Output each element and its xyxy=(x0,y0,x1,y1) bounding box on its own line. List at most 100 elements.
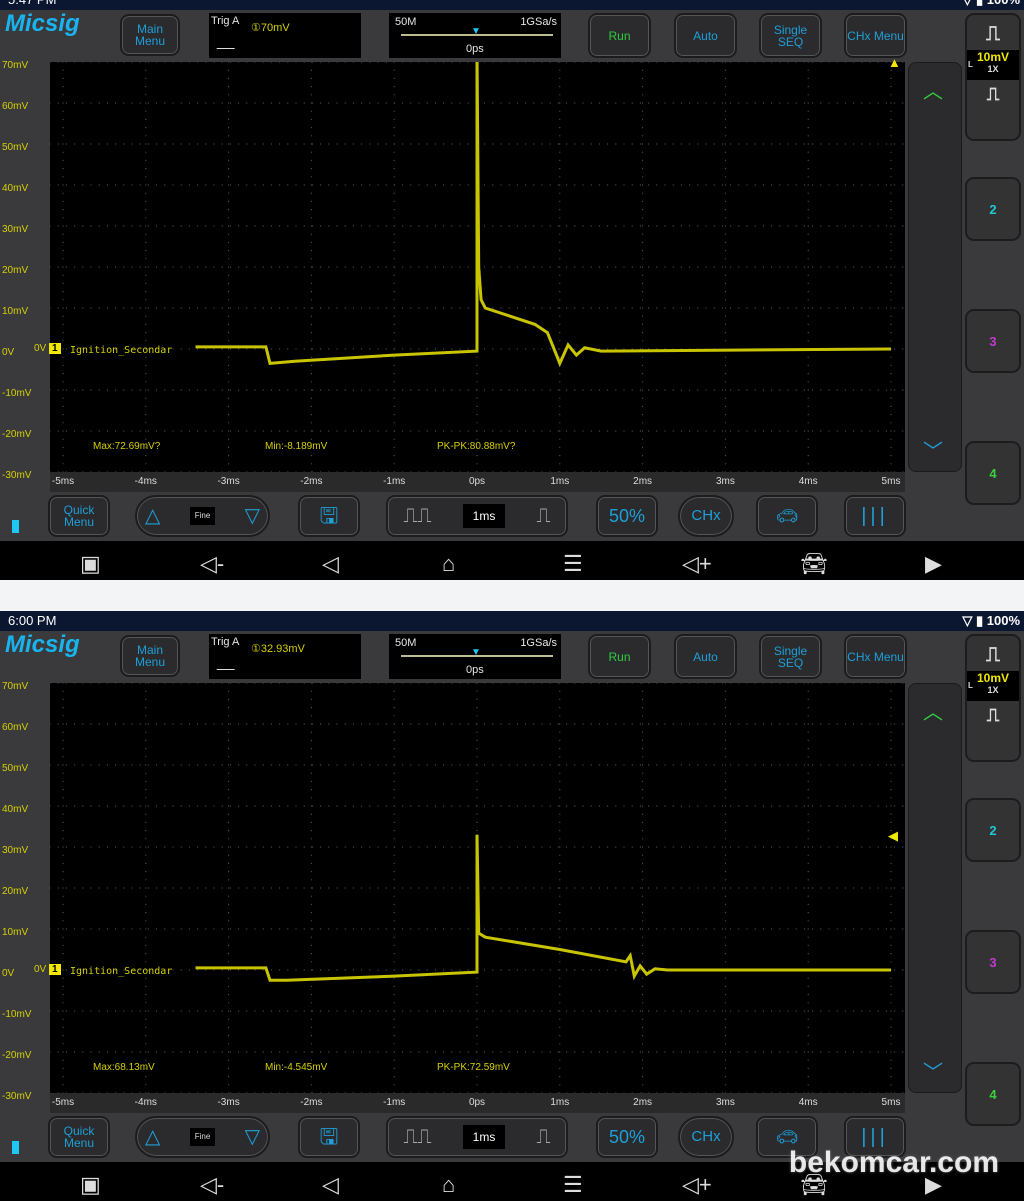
grid-dot xyxy=(49,307,51,309)
waveform-display[interactable] xyxy=(49,53,920,473)
grid-dot xyxy=(62,1026,64,1028)
grid-dot xyxy=(62,364,64,366)
grid-dot xyxy=(639,887,642,889)
grid-dot xyxy=(615,682,617,684)
screen-record-icon[interactable]: ▶ xyxy=(925,551,942,577)
timebase-info[interactable]: 50M 1GSa/s ▼ 0ps xyxy=(389,634,561,679)
back-icon[interactable]: ◁ xyxy=(322,551,339,577)
fifty-percent-button[interactable]: 50% xyxy=(596,495,658,537)
volume-up-icon[interactable]: ◁+ xyxy=(682,1172,712,1198)
trigger-info[interactable]: Trig A ①70mV xyxy=(209,13,361,58)
grid-dot xyxy=(246,846,248,848)
save-button[interactable]: 🖫 xyxy=(298,1116,360,1158)
quick-menu-button[interactable]: Quick Menu xyxy=(48,1116,110,1158)
timebase-decrease-icon[interactable]: ⎍⎍ xyxy=(404,506,432,526)
fine-adjust-control[interactable]: △ Fine ▽ xyxy=(135,495,270,537)
grid-dot xyxy=(270,1051,272,1053)
grid-dot xyxy=(631,805,633,807)
scroll-up-icon[interactable]: ︿ xyxy=(923,75,943,104)
trigger-level-marker[interactable]: ▲ xyxy=(888,55,901,70)
grid-dot xyxy=(145,1010,147,1012)
trigger-level-marker[interactable]: ◀ xyxy=(888,828,898,844)
grid-dot xyxy=(807,871,809,873)
single-seq-button[interactable]: Single SEQ xyxy=(759,634,822,679)
screenshot-icon[interactable]: ▣ xyxy=(80,551,101,577)
scroll-down-icon[interactable]: ﹀ xyxy=(923,435,943,464)
run-button[interactable]: Run xyxy=(588,634,651,679)
grid-dot xyxy=(145,315,147,317)
channel-4-button[interactable]: 4 xyxy=(965,1062,1021,1126)
grid-dot xyxy=(310,1035,312,1037)
channel-1-marker[interactable]: 0V 1 xyxy=(34,343,61,354)
main-menu-button[interactable]: Main Menu xyxy=(120,635,180,677)
vertical-scroll-panel[interactable]: ︿ ﹀ xyxy=(908,62,962,472)
menu-icon[interactable]: ☰ xyxy=(563,1172,583,1198)
channel-1-button[interactable]: ⎍ 10mV L 1X ⎍ xyxy=(965,634,1021,762)
increase-icon[interactable]: △ xyxy=(145,506,160,526)
grid-dot xyxy=(147,846,149,848)
channel-3-button[interactable]: 3 xyxy=(965,930,1021,994)
increase-icon[interactable]: △ xyxy=(145,1127,160,1147)
vertical-scroll-panel[interactable]: ︿ ﹀ xyxy=(908,683,962,1093)
grid-dot xyxy=(62,854,64,856)
grid-dot xyxy=(754,887,756,889)
grid-dot xyxy=(228,698,230,700)
run-button[interactable]: Run xyxy=(588,13,651,58)
channel-4-button[interactable]: 4 xyxy=(965,441,1021,505)
scroll-down-icon[interactable]: ﹀ xyxy=(923,1056,943,1085)
auto-button[interactable]: Auto xyxy=(674,634,737,679)
decrease-icon[interactable]: ▽ xyxy=(245,506,260,526)
menu-icon[interactable]: ☰ xyxy=(563,551,583,577)
grid-dot xyxy=(90,1051,92,1053)
waveform-display[interactable] xyxy=(49,682,920,1094)
grid-dot xyxy=(476,994,478,996)
channel-2-button[interactable]: 2 xyxy=(965,177,1021,241)
volume-down-icon[interactable]: ◁- xyxy=(200,1172,224,1198)
channel-1-button[interactable]: ⎍ 10mV L 1X ⎍ xyxy=(965,13,1021,141)
fine-adjust-control[interactable]: △ Fine ▽ xyxy=(135,1116,270,1158)
volume-down-icon[interactable]: ◁- xyxy=(200,551,224,577)
back-icon[interactable]: ◁ xyxy=(322,1172,339,1198)
grid-dot xyxy=(385,1051,387,1053)
channel-1-marker[interactable]: 0V 1 xyxy=(34,964,61,975)
grid-dot xyxy=(598,1010,601,1012)
cursor-button[interactable]: ||| xyxy=(844,495,906,537)
main-menu-button[interactable]: Main Menu xyxy=(120,14,180,56)
auto-button[interactable]: Auto xyxy=(674,13,737,58)
timebase-info[interactable]: 50M 1GSa/s ▼ 0ps xyxy=(389,13,561,58)
grid-dot xyxy=(559,830,561,832)
home-icon[interactable]: ⌂ xyxy=(442,551,455,577)
single-seq-button[interactable]: Single SEQ xyxy=(759,13,822,58)
timebase-increase-icon[interactable]: ⎍ xyxy=(536,1127,550,1147)
decrease-icon[interactable]: ▽ xyxy=(245,1127,260,1147)
timebase-decrease-icon[interactable]: ⎍⎍ xyxy=(404,1127,432,1147)
grid-dot xyxy=(310,994,312,996)
car-diagnostic-icon[interactable]: 🚘︎ xyxy=(800,551,828,577)
timebase-control[interactable]: ⎍⎍ 1ms ⎍ xyxy=(386,1116,568,1158)
chx-menu-button[interactable]: CHx Menu xyxy=(844,634,907,679)
scroll-up-icon[interactable]: ︿ xyxy=(923,696,943,725)
channel-2-button[interactable]: 2 xyxy=(965,798,1021,862)
automotive-button[interactable]: 🚗︎ xyxy=(756,495,818,537)
fifty-percent-button[interactable]: 50% xyxy=(596,1116,658,1158)
grid-dot xyxy=(62,389,64,391)
volume-up-icon[interactable]: ◁+ xyxy=(682,551,712,577)
timebase-control[interactable]: ⎍⎍ 1ms ⎍ xyxy=(386,495,568,537)
grid-dot xyxy=(352,225,354,227)
trigger-info[interactable]: Trig A ①32.93mV xyxy=(209,634,361,679)
grid-dot xyxy=(310,715,312,717)
time-offset: 0ps xyxy=(466,664,484,676)
grid-dot xyxy=(476,780,478,782)
channel-3-button[interactable]: 3 xyxy=(965,309,1021,373)
timebase-increase-icon[interactable]: ⎍ xyxy=(536,506,550,526)
grid-dot xyxy=(689,928,691,930)
chx-menu-button[interactable]: CHx Menu xyxy=(844,13,907,58)
grid-dot xyxy=(787,846,789,848)
chx-button[interactable]: CHx xyxy=(678,1116,734,1158)
quick-menu-button[interactable]: Quick Menu xyxy=(48,495,110,537)
screenshot-icon[interactable]: ▣ xyxy=(80,1172,101,1198)
grid-dot xyxy=(145,682,147,684)
home-icon[interactable]: ⌂ xyxy=(442,1172,455,1198)
save-button[interactable]: 🖫 xyxy=(298,495,360,537)
chx-button[interactable]: CHx xyxy=(678,495,734,537)
